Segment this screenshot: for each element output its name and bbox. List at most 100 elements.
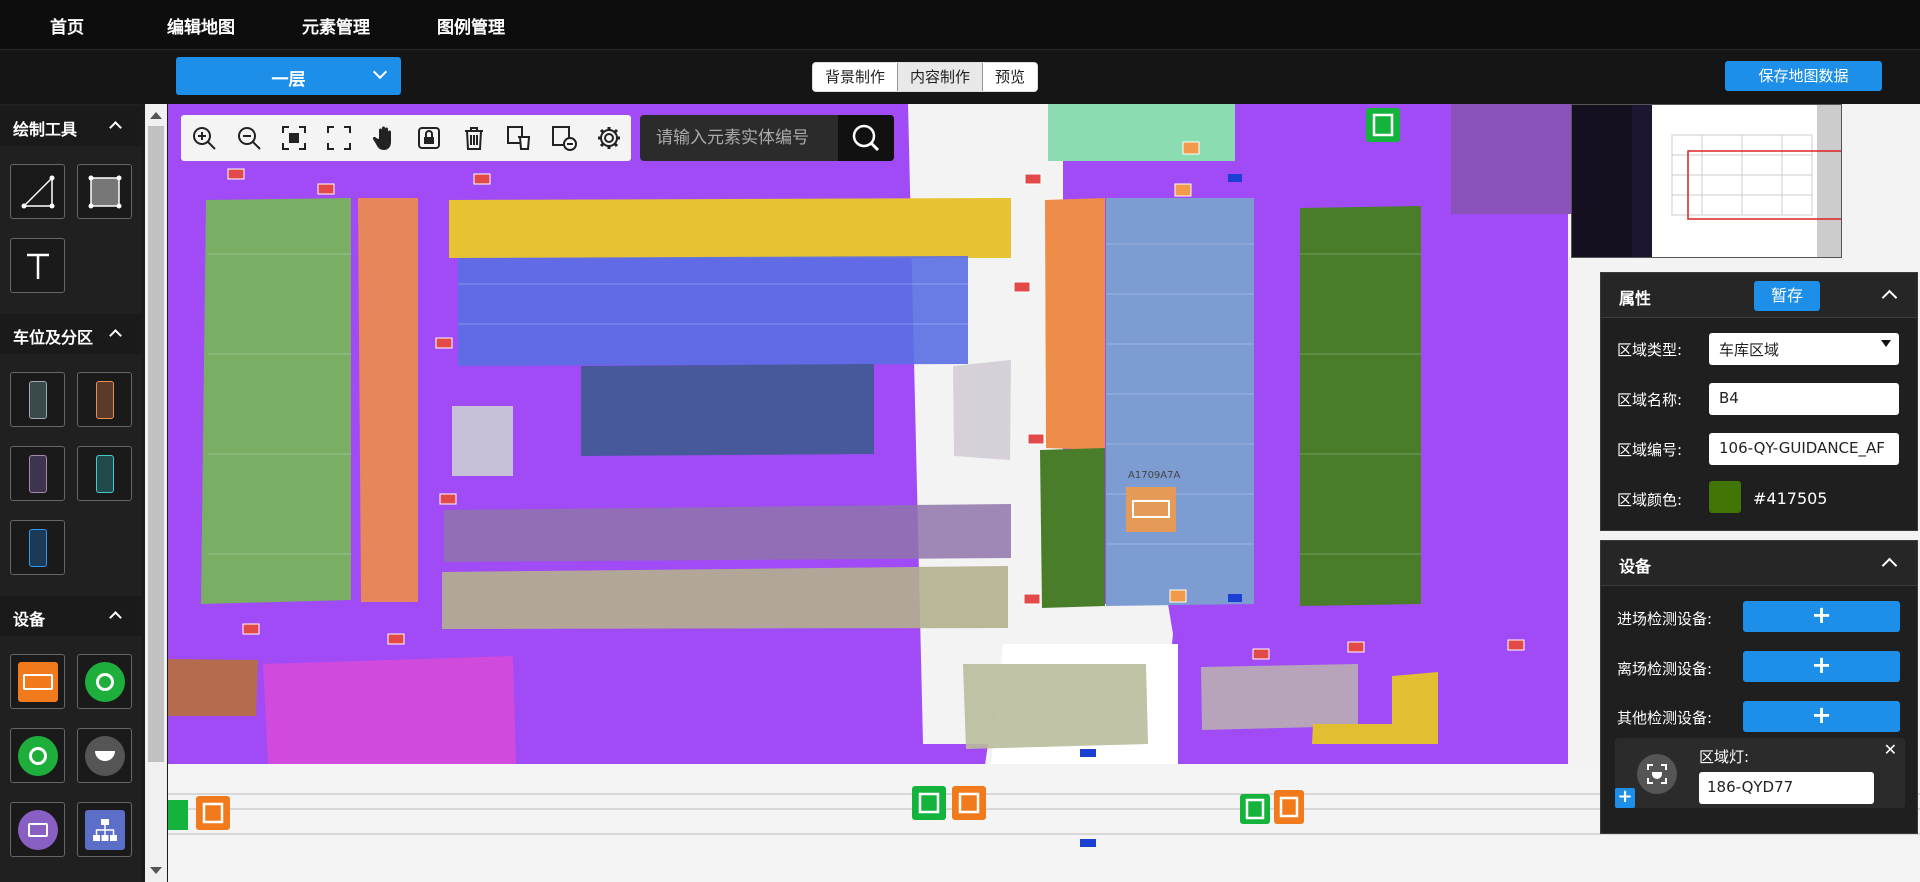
zone-light-input[interactable]: 186-QYD77 (1699, 772, 1874, 804)
rectangle-tool-icon[interactable] (77, 164, 132, 219)
zone-steelblue (1106, 198, 1254, 606)
device-panel-header[interactable]: 设备 (1601, 541, 1917, 586)
parking-space-gray-icon[interactable] (10, 372, 65, 427)
zoom-in-icon[interactable] (191, 125, 217, 151)
zone-green (201, 198, 351, 604)
zone-brown (168, 659, 258, 716)
zone-gray-mid (444, 504, 1011, 562)
chevron-up-icon (1881, 289, 1898, 306)
zone-lightgray (452, 406, 513, 476)
nav-legend-manage[interactable]: 图例管理 (437, 13, 505, 38)
text-tool-icon[interactable] (10, 238, 65, 293)
device-panel: 设备 进场检测设备: + 离场检测设备: + 其他检测设备: + 区域灯: 18… (1600, 540, 1918, 834)
zone-name-label: 区域名称: (1617, 391, 1683, 409)
search-icon (852, 124, 880, 152)
section-title: 车位及分区 (13, 328, 94, 347)
add-exit-device-button[interactable]: + (1743, 651, 1900, 682)
add-entry-device-button[interactable]: + (1743, 601, 1900, 632)
section-title: 绘制工具 (13, 120, 78, 139)
dome-camera-device-icon[interactable] (77, 728, 132, 783)
zone-blue (458, 256, 968, 366)
zone-sage (963, 664, 1148, 749)
add-zone-light-button[interactable]: + (1615, 788, 1635, 808)
zone-orange-west (358, 198, 418, 602)
zone-light-label: 区域灯: (1699, 748, 1750, 766)
top-nav: 首页 编辑地图 元素管理 图例管理 (0, 0, 1920, 50)
scroll-thumb[interactable] (148, 126, 164, 762)
search-button[interactable] (838, 115, 894, 161)
delete-all-icon[interactable] (506, 125, 532, 151)
chevron-up-icon (1881, 557, 1898, 574)
search-input[interactable] (656, 124, 841, 152)
fit-view-icon[interactable] (281, 125, 307, 151)
tab-preview[interactable]: 预览 (983, 63, 1037, 91)
zone-type-select[interactable]: 车库区域 (1709, 333, 1899, 365)
section-title: 设备 (13, 610, 46, 629)
zone-lightgray-2 (953, 360, 1011, 460)
camera-device-icon[interactable] (77, 654, 132, 709)
nav-element-manage[interactable]: 元素管理 (302, 13, 370, 38)
properties-panel: 属性 暂存 区域类型: 车库区域 区域名称: B4 区域编号: 106-QY-G… (1600, 272, 1918, 531)
minimap[interactable] (1571, 104, 1844, 258)
dropdown-arrow-icon (1881, 340, 1891, 347)
remove-zone-light-close-icon[interactable]: ✕ (1884, 740, 1897, 759)
exit-device-label: 离场检测设备: (1617, 660, 1713, 678)
sidebar: 绘制工具 车位及分区 设备 (0, 104, 142, 882)
map-toolbar (181, 115, 631, 161)
polygon-tool-icon[interactable] (10, 164, 65, 219)
zone-magenta (263, 656, 516, 764)
tab-content[interactable]: 内容制作 (898, 63, 984, 91)
nav-edit-map[interactable]: 编辑地图 (167, 13, 235, 38)
parking-space-blue-icon[interactable] (10, 520, 65, 575)
zone-khaki (442, 566, 1008, 629)
parking-space-orange-icon[interactable] (77, 372, 132, 427)
floor-select-value: 一层 (271, 70, 306, 90)
zone-yellow (449, 198, 1011, 258)
zone-color-label: 区域颜色: (1617, 491, 1683, 509)
display-screen-device-icon[interactable] (10, 654, 65, 709)
zone-mint (1048, 104, 1235, 161)
section-devices[interactable]: 设备 (0, 596, 142, 636)
zone-light-card: 区域灯: 186-QYD77 ✕ + (1615, 738, 1905, 808)
sensor-device-icon[interactable] (10, 728, 65, 783)
zone-color-value: #417505 (1753, 489, 1828, 508)
delete-icon[interactable] (461, 125, 487, 151)
section-drawing-tools[interactable]: 绘制工具 (0, 106, 142, 146)
floor-select[interactable]: 一层 (176, 57, 401, 95)
zone-code-label: 区域编号: (1617, 441, 1683, 459)
pan-hand-icon[interactable] (371, 125, 397, 151)
lock-icon[interactable] (416, 125, 442, 151)
chevron-up-icon (109, 329, 122, 342)
save-map-button[interactable]: 保存地图数据 (1725, 61, 1882, 91)
tab-background[interactable]: 背景制作 (813, 63, 899, 91)
other-device-label: 其他检测设备: (1617, 709, 1713, 727)
map-zone-code-label: A1709A7A (1128, 470, 1181, 481)
chevron-up-icon (109, 121, 122, 134)
gateway-device-icon[interactable] (10, 802, 65, 857)
section-parking-zones[interactable]: 车位及分区 (0, 314, 142, 354)
sidebar-scrollbar[interactable] (145, 104, 167, 882)
properties-header[interactable]: 属性 暂存 (1601, 273, 1917, 318)
stash-button[interactable]: 暂存 (1754, 281, 1820, 311)
parking-space-purple-icon[interactable] (10, 446, 65, 501)
zone-color-swatch[interactable] (1709, 481, 1741, 513)
settings-gear-icon[interactable] (596, 125, 622, 151)
zone-slate (581, 364, 874, 456)
zone-light-icon (1637, 754, 1677, 794)
zone-orange-east (1045, 198, 1105, 450)
zoom-out-icon[interactable] (236, 125, 262, 151)
add-other-device-button[interactable]: + (1743, 701, 1900, 732)
zone-type-value: 车库区域 (1719, 341, 1780, 359)
remove-layer-icon[interactable] (551, 125, 577, 151)
nav-home[interactable]: 首页 (50, 13, 84, 38)
scroll-down-icon[interactable] (150, 867, 162, 874)
zone-type-label: 区域类型: (1617, 341, 1683, 359)
fullscreen-icon[interactable] (326, 125, 352, 151)
network-device-icon[interactable] (77, 802, 132, 857)
scroll-up-icon[interactable] (150, 112, 162, 119)
zone-name-input[interactable]: B4 (1709, 383, 1899, 415)
zone-code-input[interactable]: 106-QY-GUIDANCE_AF (1709, 433, 1899, 465)
device-panel-title: 设备 (1619, 557, 1652, 576)
zone-olive (1040, 448, 1105, 608)
parking-space-teal-icon[interactable] (77, 446, 132, 501)
